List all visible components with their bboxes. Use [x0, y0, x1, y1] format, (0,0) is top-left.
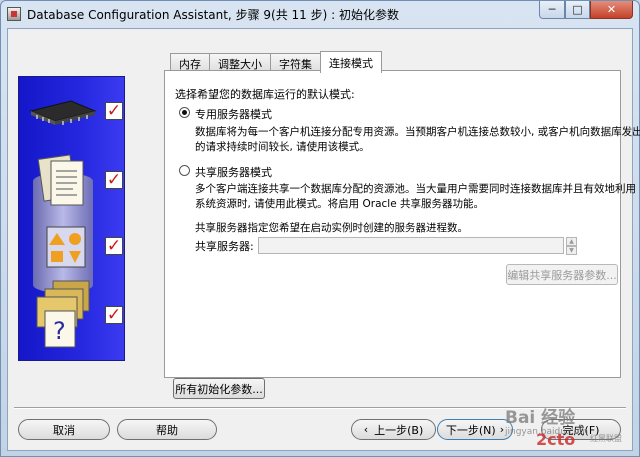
logo-watermark: 2cto [536, 430, 576, 449]
mode-intro-text: 选择希望您的数据库运行的默认模式: [175, 88, 355, 101]
shared-server-desc: 多个客户端连接共享一个数据库分配的资源池。当大量用户需要同时连接数据库并且有效地… [195, 183, 636, 195]
baidu-watermark: Bai 经验 [505, 408, 576, 428]
shared-server-label[interactable]: 共享服务器模式 [195, 164, 272, 180]
title-bar[interactable]: Database Configuration Assistant, 步骤 9(共… [1, 1, 639, 27]
all-init-params-button[interactable]: 所有初始化参数... [173, 378, 265, 399]
step-complete-check-icon: ✓ [105, 304, 123, 325]
edit-shared-server-params-button[interactable]: 编辑共享服务器参数... [506, 264, 618, 285]
next-button-label: 下一步(N) [445, 423, 496, 437]
window-title: Database Configuration Assistant, 步骤 9(共… [27, 8, 399, 22]
cancel-button[interactable]: 取消 [18, 419, 110, 440]
dedicated-server-desc: 数据库将为每一个客户机连接分配专用资源。当预期客户机连接总数较小, 或客户机向数… [195, 126, 640, 138]
site-watermark: 红黑联盟 [590, 434, 622, 443]
shared-servers-label: 共享服务器: [195, 240, 254, 253]
help-button[interactable]: 帮助 [117, 419, 217, 440]
wizard-image-panel: ✓ ✓ ✓ ? ✓ [18, 76, 125, 361]
shared-server-note: 共享服务器指定您希望在启动实例时创建的服务器进程数。 [195, 222, 468, 234]
step-complete-check-icon: ✓ [105, 235, 123, 256]
memory-chip-icon [29, 100, 97, 125]
back-arrow-icon: ‹ [363, 423, 369, 436]
dbca-window: Database Configuration Assistant, 步骤 9(共… [0, 0, 640, 457]
app-icon [7, 7, 21, 21]
spinner-down-button[interactable]: ▼ [566, 246, 577, 255]
next-arrow-icon: › [499, 423, 505, 436]
client-area: ✓ ✓ ✓ ? ✓ 内存 调整大小 字符集 连接模式 选择希望您的数据库运行的默… [7, 28, 640, 451]
back-button[interactable]: ‹ 上一步(B) [351, 419, 436, 440]
dedicated-server-desc: 的请求持续时间较长, 请使用该模式。 [195, 141, 370, 153]
step-complete-check-icon: ✓ [105, 100, 123, 121]
shared-servers-input[interactable] [258, 237, 564, 254]
dedicated-server-label[interactable]: 专用服务器模式 [195, 106, 272, 122]
tab-connection-mode[interactable]: 连接模式 [320, 51, 382, 73]
close-button[interactable]: ✕ [590, 1, 633, 19]
shared-server-radio[interactable] [179, 165, 190, 176]
folders-help-icon: ? [36, 280, 90, 348]
shapes-icon [46, 226, 86, 268]
spinner-up-button[interactable]: ▲ [566, 237, 577, 246]
svg-text:?: ? [53, 317, 66, 345]
next-button[interactable]: 下一步(N) › [437, 419, 513, 440]
shared-server-desc: 系统资源时, 请使用此模式。将启用 Oracle 共享服务器功能。 [195, 198, 485, 210]
step-complete-check-icon: ✓ [105, 169, 123, 190]
window-controls: ─ □ ✕ [539, 1, 633, 19]
connection-mode-panel: 选择希望您的数据库运行的默认模式: 专用服务器模式 数据库将为每一个客户机连接分… [164, 70, 640, 378]
dedicated-server-radio[interactable] [179, 107, 190, 118]
maximize-button[interactable]: □ [565, 1, 590, 19]
minimize-button[interactable]: ─ [539, 1, 565, 19]
documents-icon [37, 154, 84, 206]
back-button-label: 上一步(B) [374, 423, 424, 437]
